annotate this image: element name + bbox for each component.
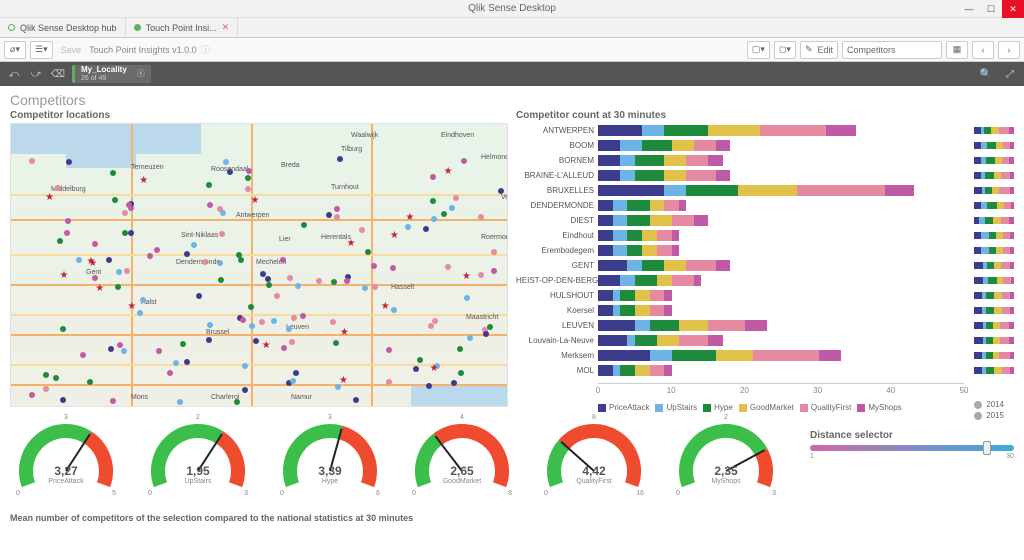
barchart-ylabels: ANTWERPENBOOMBORNEMBRAINE-L'ALLEUDBRUXEL…: [516, 123, 598, 383]
slider-title: Distance selector: [810, 430, 1014, 441]
gauge-qualityfirst[interactable]: 8 4,42 QualityFirst 016: [538, 416, 650, 499]
slider-min: 1: [810, 453, 814, 460]
selection-count: 26 of 49: [81, 75, 127, 83]
barchart-panel: Competitor count at 30 minutes ANTWERPEN…: [516, 110, 1014, 412]
nav-menu-button[interactable]: ⌀▾: [4, 41, 26, 59]
tab-close-icon[interactable]: ✕: [222, 22, 230, 33]
year-legend: 2014 2015: [974, 400, 1004, 422]
barchart-xaxis: 01020304050: [598, 383, 964, 397]
gauge-priceattack[interactable]: 3 3,27 PriceAttack 05: [10, 416, 122, 499]
bar-row[interactable]: [598, 288, 966, 303]
tab-label: Touch Point Insi...: [146, 23, 217, 33]
tab-status-icon: [8, 24, 15, 31]
selections-tool-icon[interactable]: ⤢: [1002, 66, 1018, 82]
bar-row[interactable]: [598, 273, 966, 288]
save-button[interactable]: Save: [57, 41, 86, 59]
bar-row[interactable]: [598, 333, 966, 348]
gauge-hype[interactable]: 3 3,39 Hype 06: [274, 416, 386, 499]
breadcrumb: Touch Point Insights v1.0.0 ⓘ: [89, 43, 210, 56]
bar-row[interactable]: [598, 228, 966, 243]
bar-row[interactable]: [598, 153, 966, 168]
selection-back-icon[interactable]: ⤺: [6, 66, 22, 82]
bar-row[interactable]: [598, 123, 966, 138]
gauge-upstairs[interactable]: 2 1,95 UpStairs 03: [142, 416, 254, 499]
device-button[interactable]: ◻▾: [774, 41, 796, 59]
barchart-title: Competitor count at 30 minutes: [516, 110, 1014, 121]
window-close-button[interactable]: ✕: [1002, 0, 1024, 18]
map-title: Competitor locations: [10, 110, 508, 121]
search-icon[interactable]: 🔍: [978, 66, 994, 82]
gauge-goodmarket[interactable]: 4 2,65 GoodMarket 08: [406, 416, 518, 499]
barchart-bars[interactable]: [598, 123, 966, 383]
bar-row[interactable]: [598, 198, 966, 213]
bar-row[interactable]: [598, 243, 966, 258]
gauge-row: 3 3,27 PriceAttack 052 1,95 UpStairs 033: [10, 416, 782, 499]
selection-bar: ⤺ ⤻ ⌫ My_Locality 26 of 49 ⓧ 🔍 ⤢: [0, 62, 1024, 86]
window-minimize-button[interactable]: —: [958, 0, 980, 18]
footnote: Mean number of competitors of the select…: [10, 513, 1014, 523]
story-button[interactable]: ▢▾: [747, 41, 770, 59]
edit-button[interactable]: ✎ Edit: [800, 41, 838, 59]
sheet-selector[interactable]: Competitors: [842, 41, 942, 59]
bar-row[interactable]: [598, 258, 966, 273]
barchart-minibars: [974, 123, 1014, 383]
tab-app[interactable]: Touch Point Insi... ✕: [126, 18, 239, 37]
app-tabstrip: Qlik Sense Desktop hub Touch Point Insi.…: [0, 18, 1024, 38]
distance-slider[interactable]: [810, 445, 1014, 451]
barchart-legend: PriceAttackUpStairsHypeGoodMarketQuality…: [598, 403, 1014, 412]
selection-chip[interactable]: My_Locality 26 of 49 ⓧ: [72, 65, 151, 83]
gauge-myshops[interactable]: 2 2,35 MyShops 03: [670, 416, 782, 499]
bar-row[interactable]: [598, 183, 966, 198]
distance-slider-panel: Distance selector 1 30: [810, 430, 1014, 460]
bar-row[interactable]: [598, 363, 966, 378]
selection-clear-icon[interactable]: ⌫: [50, 66, 66, 82]
tab-label: Qlik Sense Desktop hub: [20, 23, 117, 33]
tab-hub[interactable]: Qlik Sense Desktop hub: [0, 18, 126, 37]
app-toolbar: ⌀▾ ☰▾ Save Touch Point Insights v1.0.0 ⓘ…: [0, 38, 1024, 62]
bar-row[interactable]: [598, 303, 966, 318]
bar-row[interactable]: [598, 318, 966, 333]
slider-max: 30: [1006, 453, 1014, 460]
next-sheet-button[interactable]: ›: [998, 41, 1020, 59]
sheet-grid-button[interactable]: ▦: [946, 41, 968, 59]
tab-status-icon: [134, 24, 141, 31]
selection-chip-clear-icon[interactable]: ⓧ: [137, 70, 145, 79]
competitor-map[interactable]: EindhovenTilburgBredaRoosendaalTerneuzen…: [10, 123, 508, 407]
slider-handle[interactable]: [983, 441, 991, 455]
bar-row[interactable]: [598, 213, 966, 228]
bar-row[interactable]: [598, 138, 966, 153]
bar-row[interactable]: [598, 168, 966, 183]
selection-field: My_Locality: [81, 66, 127, 75]
window-maximize-button[interactable]: ☐: [980, 0, 1002, 18]
selection-forward-icon[interactable]: ⤻: [28, 66, 44, 82]
window-titlebar: Qlik Sense Desktop — ☐ ✕: [0, 0, 1024, 18]
sheet-title: Competitors: [10, 92, 1014, 108]
bar-row[interactable]: [598, 348, 966, 363]
prev-sheet-button[interactable]: ‹: [972, 41, 994, 59]
window-title: Qlik Sense Desktop: [468, 3, 556, 14]
bookmark-menu-button[interactable]: ☰▾: [30, 41, 53, 59]
map-panel: Competitor locations EindhovenTilburgBre…: [10, 110, 508, 412]
